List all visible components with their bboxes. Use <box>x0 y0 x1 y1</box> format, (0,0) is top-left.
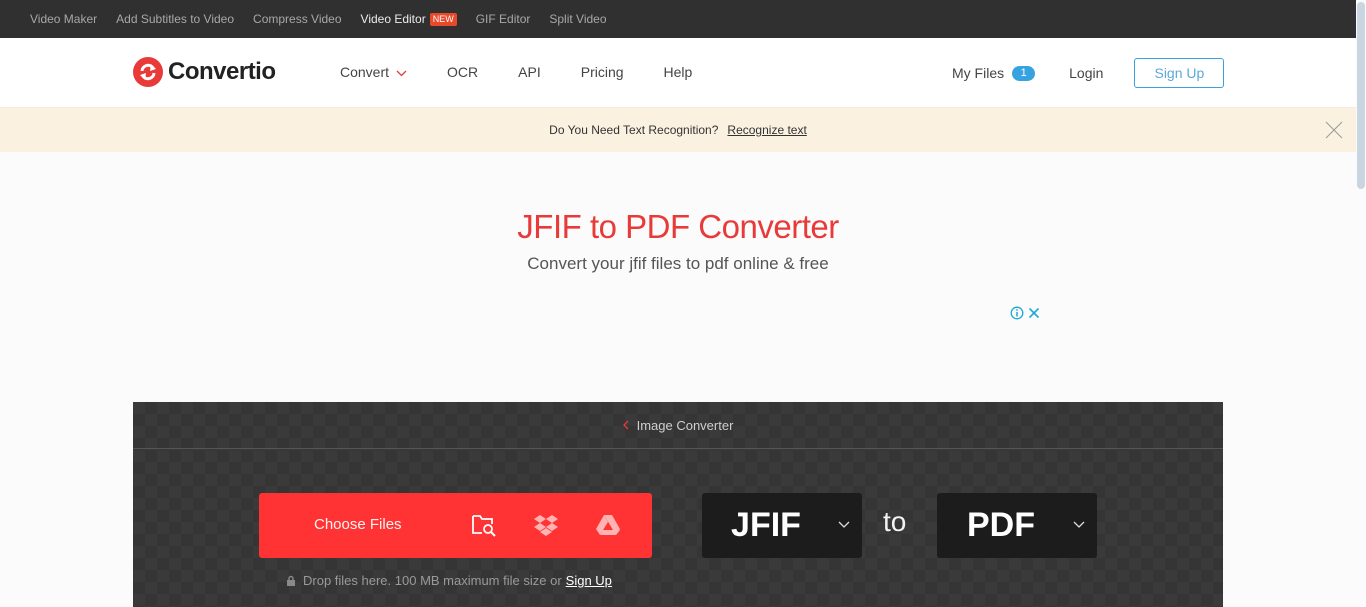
to-format-select[interactable]: PDF <box>937 493 1097 558</box>
nav-api[interactable]: API <box>518 64 541 80</box>
toplink-video-maker[interactable]: Video Maker <box>30 12 97 26</box>
toplink-video-editor-label: Video Editor <box>360 12 426 26</box>
to-label: to <box>883 506 907 537</box>
ad-info-icon[interactable] <box>1010 306 1024 320</box>
convertio-logo-icon <box>133 57 163 87</box>
nav-ocr[interactable]: OCR <box>447 64 478 80</box>
my-files-label: My Files <box>952 65 1005 81</box>
ocr-notice-bar: Do You Need Text Recognition? Recognize … <box>0 108 1356 152</box>
drop-note-text: Drop files here. 100 MB maximum file siz… <box>303 573 562 588</box>
signup-button[interactable]: Sign Up <box>1134 58 1225 88</box>
page-title: JFIF to PDF Converter <box>517 208 839 245</box>
dropbox-icon[interactable] <box>533 514 559 538</box>
lock-icon <box>286 575 296 586</box>
drop-files-note: Drop files here. 100 MB maximum file siz… <box>286 573 612 588</box>
notice-text: Do You Need Text Recognition? <box>549 123 719 137</box>
logo-text: Convertio <box>168 58 276 85</box>
file-count-badge: 1 <box>1012 65 1036 81</box>
drop-signup-link[interactable]: Sign Up <box>566 573 612 588</box>
new-badge: NEW <box>429 12 457 26</box>
converter-breadcrumb: Image Converter <box>133 402 1223 449</box>
nav-help[interactable]: Help <box>664 64 693 80</box>
top-links-bar: Video Maker Add Subtitles to Video Compr… <box>0 0 1356 38</box>
nav-pricing[interactable]: Pricing <box>581 64 624 80</box>
toplink-video-editor[interactable]: Video Editor NEW <box>361 12 457 26</box>
main-nav: Convert OCR API Pricing Help <box>340 64 732 80</box>
converter-panel: Image Converter Choose Files Drop files … <box>133 402 1223 607</box>
breadcrumb-label: Image Converter <box>636 417 734 433</box>
choose-files-label: Choose Files <box>314 516 402 533</box>
logo[interactable]: Convertio <box>133 57 276 87</box>
main-header: Convertio Convert OCR API Pricing Help M… <box>0 38 1356 108</box>
toplink-compress-video[interactable]: Compress Video <box>253 12 342 26</box>
chevron-down-icon <box>1073 521 1085 529</box>
ad-close-icon[interactable] <box>1028 307 1040 319</box>
page-subtitle: Convert your jfif files to pdf online & … <box>527 254 829 273</box>
google-drive-icon[interactable] <box>595 514 621 536</box>
from-format-select[interactable]: JFIF <box>702 493 862 558</box>
to-format-label: PDF <box>967 506 1035 544</box>
toplink-gif-editor[interactable]: GIF Editor <box>476 12 531 26</box>
back-to-image-converter[interactable]: Image Converter <box>622 417 734 433</box>
account-nav: My Files 1 Login Sign Up <box>952 58 1225 88</box>
my-files-link[interactable]: My Files 1 <box>952 65 1036 81</box>
chevron-down-icon <box>838 521 850 529</box>
close-icon[interactable] <box>1325 121 1343 139</box>
choose-files-button[interactable]: Choose Files <box>259 493 652 558</box>
chevron-down-icon <box>396 64 407 80</box>
chevron-left-icon <box>622 420 629 430</box>
ad-controls <box>1010 306 1040 320</box>
folder-search-icon[interactable] <box>471 513 497 537</box>
scrollbar-thumb[interactable] <box>1357 2 1365 189</box>
toplink-add-subtitles[interactable]: Add Subtitles to Video <box>116 12 234 26</box>
toplink-split-video[interactable]: Split Video <box>549 12 606 26</box>
login-link[interactable]: Login <box>1069 65 1103 81</box>
recognize-text-link[interactable]: Recognize text <box>727 123 806 137</box>
nav-convert-label: Convert <box>340 64 390 80</box>
from-format-label: JFIF <box>731 506 801 544</box>
nav-convert[interactable]: Convert <box>340 64 407 80</box>
page-scrollbar[interactable] <box>1356 0 1366 607</box>
